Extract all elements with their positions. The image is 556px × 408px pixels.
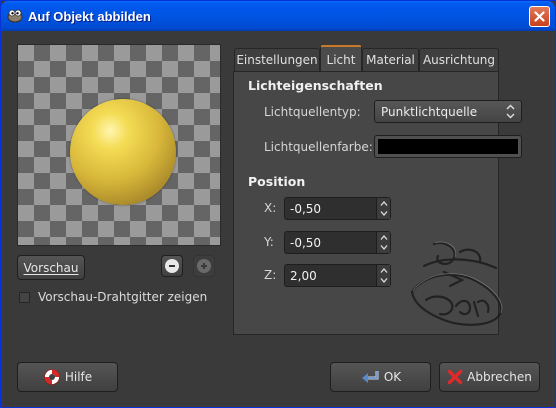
ok-button-label: OK	[383, 370, 402, 384]
lifebuoy-icon	[43, 368, 61, 386]
light-color-label: Lichtquellenfarbe:	[264, 140, 373, 154]
wireframe-checkbox[interactable]	[19, 291, 30, 303]
dialog-window: Auf Objekt abbilden Vorschau Vorschau-Dr…	[0, 0, 556, 408]
tab-label: Licht	[326, 52, 356, 67]
gimp-app-icon	[7, 9, 23, 23]
z-spinbutton[interactable]: 2,00	[284, 264, 391, 287]
preview-sphere	[70, 99, 176, 205]
cancel-button-label: Abbrechen	[467, 370, 532, 384]
x-value: -0,50	[290, 202, 322, 216]
preview-button-label: Vorschau	[23, 260, 79, 275]
light-properties-heading: Lichteigenschaften	[248, 78, 383, 93]
spin-arrows-icon[interactable]	[376, 232, 390, 253]
close-button[interactable]	[529, 6, 550, 27]
signature-watermark-logo	[410, 241, 503, 326]
light-color-button[interactable]	[374, 135, 522, 158]
tab-material[interactable]: Material	[362, 48, 419, 71]
x-spinbutton[interactable]: -0,50	[284, 197, 391, 220]
close-icon	[534, 11, 545, 22]
y-spinbutton[interactable]: -0,50	[284, 231, 391, 254]
x-label: X:	[264, 201, 277, 215]
tab-ausrichtung[interactable]: Ausrichtung	[419, 48, 499, 71]
wireframe-checkbox-label: Vorschau-Drahtgitter zeigen	[38, 290, 208, 304]
tab-label: Einstellungen	[236, 53, 318, 67]
y-label: Y:	[264, 235, 274, 249]
z-value: 2,00	[290, 269, 317, 283]
select-arrows-icon	[504, 104, 516, 119]
wireframe-checkbox-row[interactable]: Vorschau-Drahtgitter zeigen	[19, 290, 207, 304]
zoom-out-button[interactable]	[161, 255, 183, 277]
preview-canvas	[17, 44, 221, 246]
position-heading: Position	[248, 174, 306, 189]
help-button-label: Hilfe	[64, 370, 93, 384]
tab-label: Material	[366, 53, 415, 67]
window-title: Auf Objekt abbilden	[28, 9, 151, 24]
light-type-select[interactable]: Punktlichtquelle	[374, 100, 522, 123]
ok-button[interactable]: OK	[330, 362, 431, 392]
spin-arrows-icon[interactable]	[376, 198, 390, 219]
title-bar: Auf Objekt abbilden	[1, 1, 555, 31]
y-value: -0,50	[290, 236, 322, 250]
preview-button[interactable]: Vorschau	[17, 255, 85, 280]
cancel-x-icon	[447, 369, 463, 385]
z-label: Z:	[264, 268, 277, 282]
light-type-label: Lichtquellentyp:	[264, 105, 361, 119]
tab-label: Ausrichtung	[422, 53, 496, 67]
zoom-out-icon	[165, 259, 179, 273]
tab-einstellungen[interactable]: Einstellungen	[234, 48, 320, 71]
zoom-in-button[interactable]	[193, 255, 215, 277]
light-color-swatch	[378, 139, 518, 154]
enter-arrow-icon	[360, 369, 380, 385]
help-button[interactable]: Hilfe	[17, 362, 118, 392]
zoom-in-icon	[197, 259, 211, 273]
spin-arrows-icon[interactable]	[376, 265, 390, 286]
dialog-content: Vorschau Vorschau-Drahtgitter zeigen Ein…	[4, 31, 552, 405]
light-type-value: Punktlichtquelle	[381, 104, 478, 119]
cancel-button[interactable]: Abbrechen	[439, 362, 540, 392]
light-tab-panel: Lichteigenschaften Lichtquellentyp: Punk…	[233, 71, 522, 335]
tab-licht[interactable]: Licht	[320, 45, 362, 72]
